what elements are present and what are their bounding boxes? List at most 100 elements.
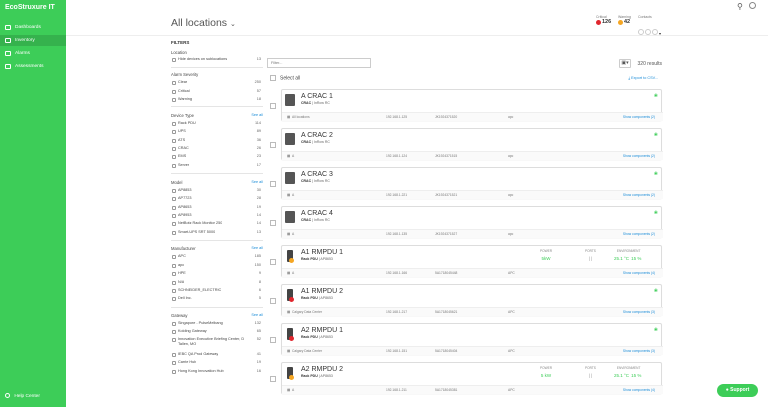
filter-option[interactable]: UPS 89 (171, 129, 263, 135)
filter-option[interactable]: Dell Inc. 5 (171, 296, 263, 302)
checkbox[interactable] (172, 330, 176, 334)
checkbox[interactable] (172, 58, 176, 62)
device-card[interactable]: A1 RMPDU 1 Rack PDU | AP8653 POWER 5kW PORTS… (281, 245, 663, 277)
show-components-link[interactable]: Show components (2) (623, 115, 655, 119)
show-components-link[interactable]: Show components (3) (623, 349, 655, 353)
filter-option[interactable]: apc 150 (171, 263, 263, 269)
filter-option[interactable]: NetBotz Rack Monitor 250 14 (171, 221, 263, 227)
filter-option[interactable]: CRAC 26 (171, 146, 263, 152)
checkbox[interactable] (172, 322, 176, 326)
filter-option[interactable]: Rack PDU 114 (171, 121, 263, 127)
search-icon[interactable]: ⚲ (737, 2, 743, 11)
checkbox[interactable] (172, 370, 176, 374)
checkbox[interactable] (172, 338, 176, 342)
checkbox[interactable] (172, 353, 176, 357)
see-all-link[interactable]: See all (251, 313, 263, 317)
filter-option[interactable]: Server 17 (171, 163, 263, 169)
device-checkbox[interactable] (270, 298, 276, 304)
checkbox[interactable] (172, 272, 176, 276)
filter-option[interactable]: AP8953 14 (171, 213, 263, 219)
device-card[interactable]: A2 RMPDU 1 Rack PDU | AP8653 ❀ ▦ Calgary Dat… (281, 323, 663, 355)
nav-alarms[interactable]: Alarms (0, 48, 66, 59)
see-all-link[interactable]: See all (251, 246, 263, 250)
nav-dashboards[interactable]: Dashboards (0, 22, 66, 33)
device-card[interactable]: A CRAC 4 CRAC | InRow RC ❀ ▦ A 192.168.1.135 J… (281, 206, 663, 238)
see-all-link[interactable]: See all (251, 180, 263, 184)
warning-counter[interactable]: Warning 42 (618, 15, 631, 25)
device-name[interactable]: A2 RMPDU 2 (301, 366, 343, 373)
filter-option[interactable]: Hong Kong Innovation Hub 16 (171, 369, 263, 375)
show-components-link[interactable]: Show components (3) (623, 310, 655, 314)
checkbox[interactable] (172, 255, 176, 259)
show-components-link[interactable]: Show components (4) (623, 388, 655, 392)
device-name[interactable]: A1 RMPDU 1 (301, 249, 343, 256)
contacts-counter[interactable]: Contacts (638, 15, 652, 19)
see-all-link[interactable]: See all (251, 113, 263, 117)
checkbox[interactable] (172, 98, 176, 102)
filter-option[interactable]: AP8653 19 (171, 205, 263, 211)
filter-option[interactable]: AP8853 30 (171, 188, 263, 194)
filter-option[interactable]: ATS 36 (171, 138, 263, 144)
filter-option[interactable]: Innovation Executive Briefing Center, D … (171, 337, 263, 348)
checkbox[interactable] (172, 90, 176, 94)
device-checkbox[interactable] (270, 220, 276, 226)
show-components-link[interactable]: Show components (2) (623, 232, 655, 236)
checkbox[interactable] (172, 197, 176, 201)
view-toggle-button[interactable]: ▣▾ (619, 59, 631, 68)
filter-option[interactable]: Carrie Hub 19 (171, 360, 263, 366)
filter-option[interactable]: EMS 23 (171, 154, 263, 160)
filter-option[interactable]: APC 185 (171, 254, 263, 260)
export-csv-link[interactable]: ⤓ Export to CSV... (628, 76, 658, 80)
show-components-link[interactable]: Show components (2) (623, 193, 655, 197)
checkbox[interactable] (172, 361, 176, 365)
checkbox[interactable] (172, 281, 176, 285)
device-checkbox[interactable] (270, 376, 276, 382)
device-card[interactable]: A2 RMPDU 2 Rack PDU | AP8653 POWER 5 kW PORT… (281, 362, 663, 394)
checkbox[interactable] (172, 264, 176, 268)
filter-option[interactable]: SCHNEIDER_ELECTRIC 6 (171, 288, 263, 294)
device-name[interactable]: A1 RMPDU 2 (301, 288, 343, 295)
support-button[interactable]: ● Support (717, 384, 758, 397)
checkbox[interactable] (172, 289, 176, 293)
filter-option[interactable]: Kolding Gateway 65 (171, 329, 263, 335)
checkbox[interactable] (172, 297, 176, 301)
device-card[interactable]: A1 RMPDU 2 Rack PDU | AP8653 ❀ ▦ Calgary Dat… (281, 284, 663, 316)
filter-option[interactable]: Hide devices on sublocations 13 (171, 57, 263, 63)
contacts-avatars[interactable]: ▾ (638, 22, 661, 40)
checkbox[interactable] (172, 222, 176, 226)
device-checkbox[interactable] (270, 181, 276, 187)
checkbox[interactable] (172, 206, 176, 210)
device-name[interactable]: A2 RMPDU 1 (301, 327, 343, 334)
critical-counter[interactable]: Critical 126 (596, 15, 611, 25)
location-dropdown[interactable]: All locations ⌄ (171, 17, 236, 29)
nav-inventory[interactable]: Inventory (0, 35, 66, 46)
device-name[interactable]: A CRAC 1 (301, 93, 333, 100)
device-checkbox[interactable] (270, 103, 276, 109)
device-checkbox[interactable] (270, 337, 276, 343)
checkbox[interactable] (172, 130, 176, 134)
help-center-link[interactable]: Help Center (5, 393, 40, 399)
checkbox[interactable] (172, 122, 176, 126)
device-card[interactable]: A CRAC 1 CRAC | InRow RC ❀ ▦ All locations 19… (281, 89, 663, 121)
checkbox[interactable] (172, 81, 176, 85)
filter-option[interactable]: Clear 250 (171, 80, 263, 86)
device-checkbox[interactable] (270, 142, 276, 148)
checkbox[interactable] (172, 147, 176, 151)
show-components-link[interactable]: Show components (4) (623, 271, 655, 275)
checkbox[interactable] (172, 155, 176, 159)
select-all[interactable]: Select all (270, 75, 300, 81)
filter-option[interactable]: Critical 57 (171, 89, 263, 95)
user-avatar[interactable] (749, 2, 756, 9)
filter-option[interactable]: Smart-UPS SRT 5000 13 (171, 230, 263, 236)
device-card[interactable]: A CRAC 3 CRAC | InRow RC ❀ ▦ A 192.168.1.221 J… (281, 167, 663, 199)
checkbox[interactable] (172, 189, 176, 193)
show-components-link[interactable]: Show components (2) (623, 154, 655, 158)
nav-assessments[interactable]: Assessments (0, 61, 66, 72)
filter-option[interactable]: Singapore - PulseMelbang 132 (171, 321, 263, 327)
filter-option[interactable]: Warning 18 (171, 97, 263, 103)
device-checkbox[interactable] (270, 259, 276, 265)
filter-option[interactable]: N/A 8 (171, 280, 263, 286)
filter-option[interactable]: IEBC QA Prod Gateway 41 (171, 352, 263, 358)
select-all-checkbox[interactable] (270, 75, 276, 81)
checkbox[interactable] (172, 164, 176, 168)
